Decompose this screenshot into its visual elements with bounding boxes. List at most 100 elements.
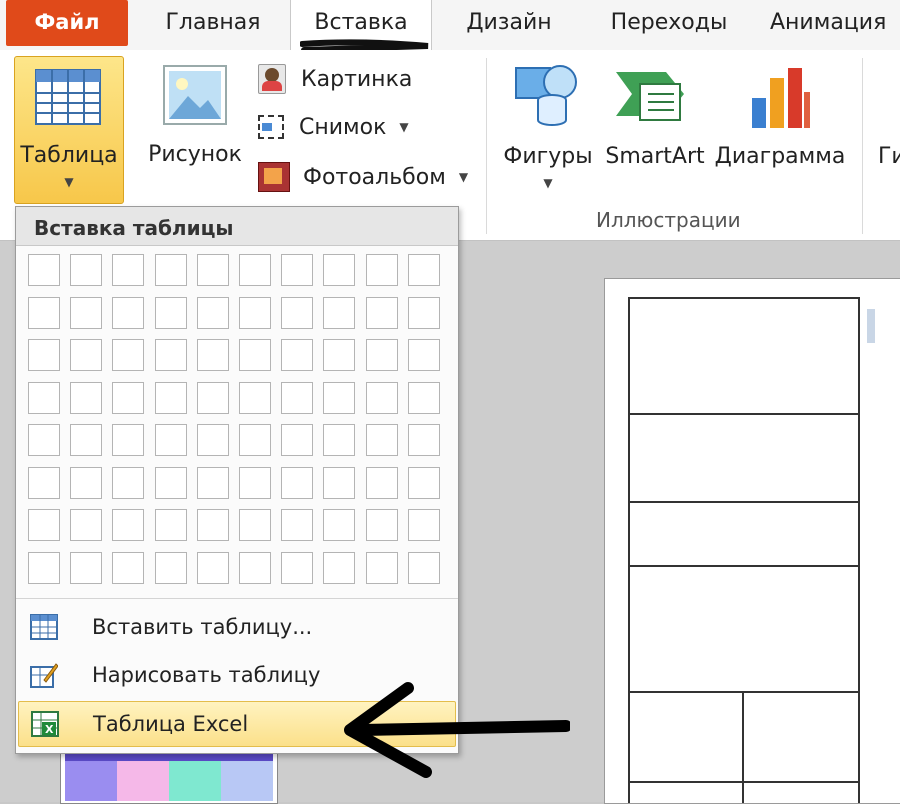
grid-cell[interactable] xyxy=(239,424,271,456)
grid-cell[interactable] xyxy=(366,509,398,541)
smartart-button[interactable]: SmartArt xyxy=(600,56,710,202)
grid-cell[interactable] xyxy=(197,424,229,456)
grid-cell[interactable] xyxy=(323,509,355,541)
grid-cell[interactable] xyxy=(366,254,398,286)
grid-cell[interactable] xyxy=(408,382,440,414)
grid-cell[interactable] xyxy=(197,382,229,414)
grid-cell[interactable] xyxy=(28,339,60,371)
grid-cell[interactable] xyxy=(323,297,355,329)
grid-cell[interactable] xyxy=(155,297,187,329)
grid-cell[interactable] xyxy=(281,509,313,541)
tab-transitions[interactable]: Переходы xyxy=(594,0,744,50)
tab-file[interactable]: Файл xyxy=(6,0,128,46)
grid-cell[interactable] xyxy=(197,339,229,371)
grid-cell[interactable] xyxy=(155,552,187,584)
grid-cell[interactable] xyxy=(197,297,229,329)
grid-cell[interactable] xyxy=(112,424,144,456)
grid-cell[interactable] xyxy=(366,339,398,371)
grid-cell[interactable] xyxy=(70,424,102,456)
grid-cell[interactable] xyxy=(408,424,440,456)
slide-canvas[interactable] xyxy=(604,278,900,804)
scroll-indicator[interactable] xyxy=(867,309,875,343)
grid-cell[interactable] xyxy=(70,509,102,541)
grid-cell[interactable] xyxy=(155,382,187,414)
grid-cell[interactable] xyxy=(112,254,144,286)
grid-cell[interactable] xyxy=(239,509,271,541)
table-size-grid[interactable] xyxy=(28,254,448,590)
grid-cell[interactable] xyxy=(70,552,102,584)
grid-cell[interactable] xyxy=(112,467,144,499)
grid-cell[interactable] xyxy=(281,254,313,286)
grid-cell[interactable] xyxy=(197,552,229,584)
grid-cell[interactable] xyxy=(197,254,229,286)
tab-home[interactable]: Главная xyxy=(150,0,276,50)
grid-cell[interactable] xyxy=(70,382,102,414)
grid-cell[interactable] xyxy=(112,509,144,541)
grid-cell[interactable] xyxy=(281,339,313,371)
picture-button[interactable]: Рисунок xyxy=(140,56,250,202)
grid-cell[interactable] xyxy=(28,297,60,329)
grid-cell[interactable] xyxy=(239,254,271,286)
grid-cell[interactable] xyxy=(408,509,440,541)
grid-cell[interactable] xyxy=(155,339,187,371)
grid-cell[interactable] xyxy=(281,467,313,499)
grid-cell[interactable] xyxy=(281,424,313,456)
grid-cell[interactable] xyxy=(28,467,60,499)
clipart-button[interactable]: Картинка xyxy=(258,64,412,94)
grid-cell[interactable] xyxy=(197,509,229,541)
grid-cell[interactable] xyxy=(323,552,355,584)
grid-cell[interactable] xyxy=(239,339,271,371)
hyperlink-button-partial[interactable]: Ги xyxy=(878,144,900,169)
grid-cell[interactable] xyxy=(323,382,355,414)
grid-cell[interactable] xyxy=(28,552,60,584)
grid-cell[interactable] xyxy=(28,382,60,414)
grid-cell[interactable] xyxy=(323,254,355,286)
grid-cell[interactable] xyxy=(155,509,187,541)
shapes-button[interactable]: Фигуры ▼ xyxy=(496,56,600,202)
grid-cell[interactable] xyxy=(239,467,271,499)
grid-cell[interactable] xyxy=(70,254,102,286)
grid-cell[interactable] xyxy=(408,339,440,371)
grid-cell[interactable] xyxy=(366,467,398,499)
grid-cell[interactable] xyxy=(239,297,271,329)
grid-cell[interactable] xyxy=(70,467,102,499)
grid-cell[interactable] xyxy=(239,382,271,414)
grid-cell[interactable] xyxy=(323,424,355,456)
grid-cell[interactable] xyxy=(366,424,398,456)
screenshot-button[interactable]: Снимок ▼ xyxy=(258,114,409,140)
grid-cell[interactable] xyxy=(281,552,313,584)
photoalbum-button[interactable]: Фотоальбом ▼ xyxy=(258,162,468,192)
grid-cell[interactable] xyxy=(155,254,187,286)
grid-cell[interactable] xyxy=(408,467,440,499)
grid-cell[interactable] xyxy=(197,467,229,499)
grid-cell[interactable] xyxy=(323,339,355,371)
grid-cell[interactable] xyxy=(112,339,144,371)
grid-cell[interactable] xyxy=(408,552,440,584)
grid-cell[interactable] xyxy=(366,297,398,329)
grid-cell[interactable] xyxy=(28,509,60,541)
tab-design[interactable]: Дизайн xyxy=(446,0,572,50)
chart-label: Диаграмма xyxy=(714,144,846,169)
grid-cell[interactable] xyxy=(366,382,398,414)
grid-cell[interactable] xyxy=(155,467,187,499)
grid-cell[interactable] xyxy=(155,424,187,456)
grid-cell[interactable] xyxy=(70,339,102,371)
grid-cell[interactable] xyxy=(112,297,144,329)
grid-cell[interactable] xyxy=(408,297,440,329)
grid-cell[interactable] xyxy=(28,424,60,456)
slide-table[interactable] xyxy=(628,297,860,803)
grid-cell[interactable] xyxy=(408,254,440,286)
grid-cell[interactable] xyxy=(28,254,60,286)
grid-cell[interactable] xyxy=(112,552,144,584)
tab-animation[interactable]: Анимация xyxy=(770,0,900,50)
grid-cell[interactable] xyxy=(281,382,313,414)
grid-cell[interactable] xyxy=(323,467,355,499)
grid-cell[interactable] xyxy=(70,297,102,329)
grid-cell[interactable] xyxy=(112,382,144,414)
grid-cell[interactable] xyxy=(281,297,313,329)
menu-insert-table[interactable]: Вставить таблицу... xyxy=(18,605,454,649)
grid-cell[interactable] xyxy=(239,552,271,584)
table-button[interactable]: Таблица ▼ xyxy=(14,56,124,204)
grid-cell[interactable] xyxy=(366,552,398,584)
chart-button[interactable]: Диаграмма xyxy=(710,56,850,202)
